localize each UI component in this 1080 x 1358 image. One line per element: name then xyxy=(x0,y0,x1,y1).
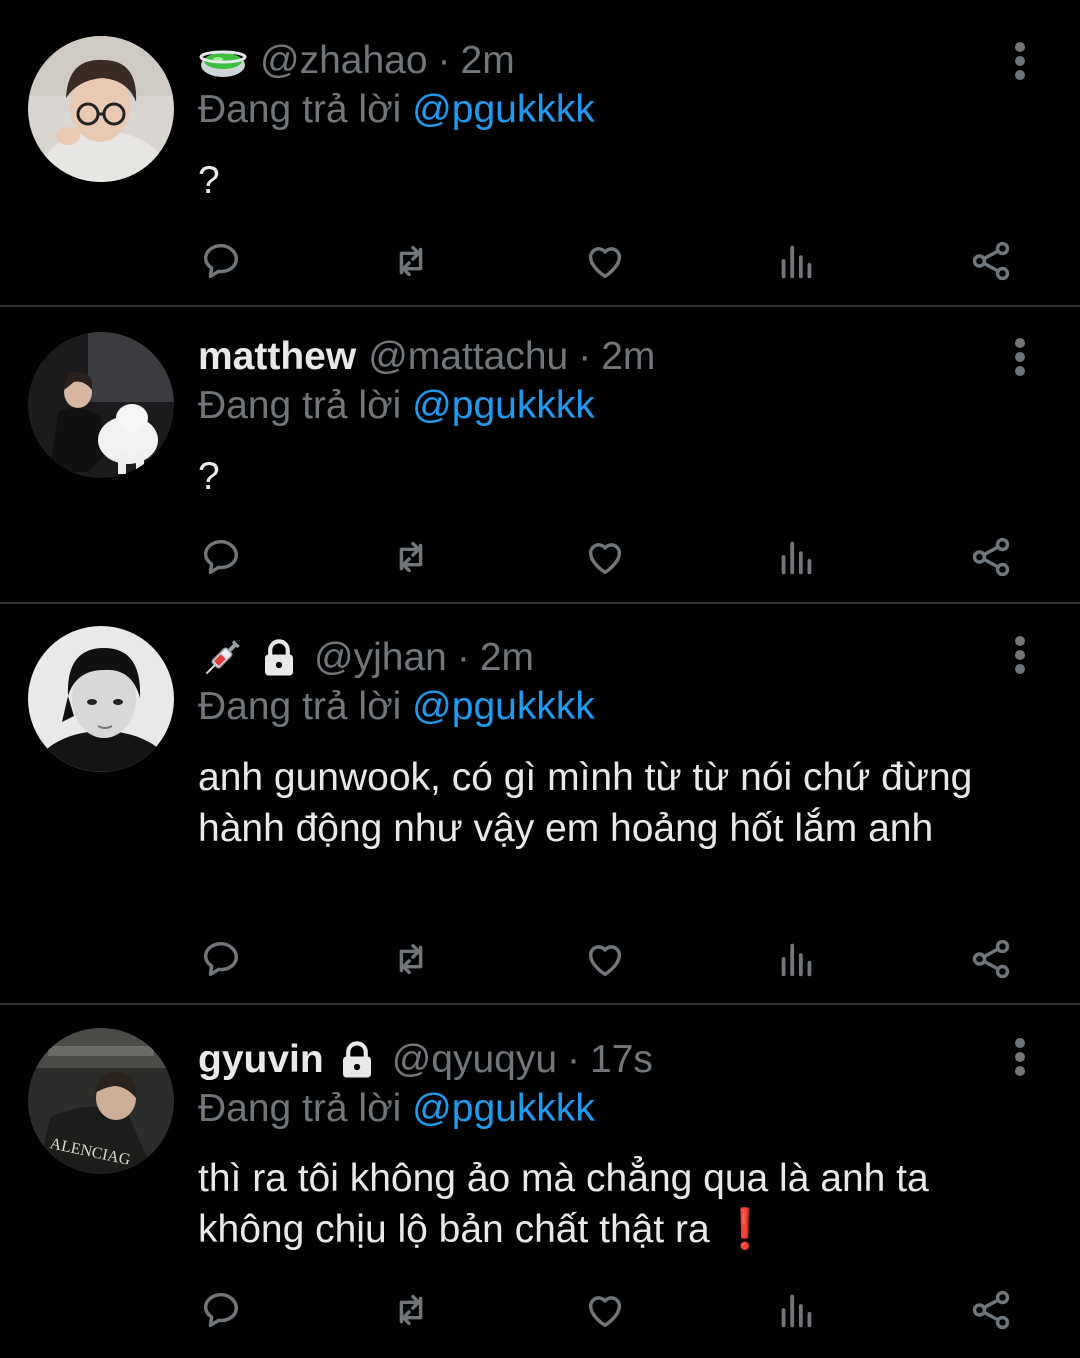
tweet-text: thì ra tôi không ảo mà chẳng qua là anh … xyxy=(198,1153,1018,1255)
analytics-icon xyxy=(781,245,812,279)
reply-icon xyxy=(203,1292,239,1328)
action-bar xyxy=(196,236,1016,286)
user-handle[interactable]: @mattachu xyxy=(368,335,568,379)
reply-feed: @zhahao · 2m Đang trả lời @pgukkkk ? mat… xyxy=(0,0,1080,1358)
more-options-icon[interactable] xyxy=(1000,332,1040,382)
exclamation-emoji: ❗ xyxy=(720,1208,770,1251)
timestamp[interactable]: 17s xyxy=(590,1038,653,1082)
tweet-text-content: thì ra tôi không ảo mà chẳng qua là anh … xyxy=(198,1157,929,1251)
views-button[interactable] xyxy=(772,934,822,984)
tweet-header: matthew @mattachu · 2m xyxy=(198,332,655,382)
green-bowl-emoji-icon xyxy=(198,41,248,81)
action-bar xyxy=(196,1285,1016,1335)
reply-target-link[interactable]: @pgukkkk xyxy=(412,384,595,427)
timestamp[interactable]: 2m xyxy=(601,335,655,379)
views-button[interactable] xyxy=(772,1285,822,1335)
replying-to-label: Đang trả lời xyxy=(198,1087,402,1130)
like-button[interactable] xyxy=(580,532,630,582)
share-icon xyxy=(972,939,1010,979)
share-button[interactable] xyxy=(966,1285,1016,1335)
tweet-header: @yjhan · 2m xyxy=(198,633,534,683)
share-icon xyxy=(972,537,1010,577)
share-button[interactable] xyxy=(966,934,1016,984)
analytics-icon xyxy=(781,1294,812,1328)
user-handle[interactable]: @qyuqyu xyxy=(392,1038,557,1082)
heart-icon xyxy=(588,543,622,575)
replying-to: Đang trả lời @pgukkkk xyxy=(198,1087,595,1131)
reply-icon xyxy=(203,243,239,279)
heart-icon xyxy=(588,945,622,977)
reply-target-link[interactable]: @pgukkkk xyxy=(412,88,595,131)
retweet-icon xyxy=(399,541,423,573)
reply-icon xyxy=(203,941,239,977)
share-icon xyxy=(972,241,1010,281)
avatar[interactable] xyxy=(28,626,174,772)
reply-button[interactable] xyxy=(196,532,246,582)
user-handle[interactable]: @yjhan xyxy=(314,636,447,680)
avatar[interactable] xyxy=(28,36,174,182)
retweet-button[interactable] xyxy=(386,236,436,286)
reply-button[interactable] xyxy=(196,1285,246,1335)
more-options-icon[interactable] xyxy=(1000,630,1040,680)
like-button[interactable] xyxy=(580,1285,630,1335)
timestamp[interactable]: 2m xyxy=(461,39,515,83)
heart-icon xyxy=(588,247,622,279)
replying-to: Đang trả lời @pgukkkk xyxy=(198,384,595,428)
separator-dot: · xyxy=(578,335,592,378)
replying-to-label: Đang trả lời xyxy=(198,88,402,131)
reply-button[interactable] xyxy=(196,236,246,286)
retweet-icon xyxy=(399,245,423,277)
tweet-header: gyuvin @qyuqyu · 17s xyxy=(198,1035,653,1085)
views-button[interactable] xyxy=(772,532,822,582)
share-icon xyxy=(972,1290,1010,1330)
reply-button[interactable] xyxy=(196,934,246,984)
syringe-emoji-icon xyxy=(198,634,246,682)
like-button[interactable] xyxy=(580,934,630,984)
more-options-icon[interactable] xyxy=(1000,1032,1040,1082)
replying-to-label: Đang trả lời xyxy=(198,384,402,427)
avatar[interactable]: ALENCIAG xyxy=(28,1028,174,1174)
tweet-text: ? xyxy=(198,455,220,498)
retweet-button[interactable] xyxy=(386,1285,436,1335)
user-handle[interactable]: @zhahao xyxy=(260,39,428,83)
action-bar xyxy=(196,934,1016,984)
heart-icon xyxy=(588,1296,622,1328)
tweet-text: anh gunwook, có gì mình từ từ nói chứ đừ… xyxy=(198,756,973,850)
retweet-icon xyxy=(399,943,423,975)
replying-to-label: Đang trả lời xyxy=(198,685,402,728)
replying-to: Đang trả lời @pgukkkk xyxy=(198,685,595,729)
retweet-button[interactable] xyxy=(386,934,436,984)
display-name[interactable]: matthew xyxy=(198,335,356,379)
reply-target-link[interactable]: @pgukkkk xyxy=(412,685,595,728)
tweet[interactable]: matthew @mattachu · 2m Đang trả lời @pgu… xyxy=(0,307,1080,604)
tweet[interactable]: @yjhan · 2m Đang trả lời @pgukkkk anh gu… xyxy=(0,604,1080,1005)
reply-icon xyxy=(203,539,239,575)
avatar[interactable] xyxy=(28,332,174,478)
separator-dot: · xyxy=(437,39,451,82)
tweet[interactable]: @zhahao · 2m Đang trả lời @pgukkkk ? xyxy=(0,0,1080,307)
tweet[interactable]: ALENCIAG gyuvin @qyuqyu · 17s Đang trả l… xyxy=(0,1005,1080,1358)
replying-to: Đang trả lời @pgukkkk xyxy=(198,88,595,132)
share-button[interactable] xyxy=(966,236,1016,286)
separator-dot: · xyxy=(567,1038,581,1081)
reply-target-link[interactable]: @pgukkkk xyxy=(412,1087,595,1130)
views-button[interactable] xyxy=(772,236,822,286)
retweet-button[interactable] xyxy=(386,532,436,582)
display-name[interactable]: gyuvin xyxy=(198,1038,324,1082)
lock-icon xyxy=(336,1039,378,1081)
like-button[interactable] xyxy=(580,236,630,286)
share-button[interactable] xyxy=(966,532,1016,582)
tweet-text: ? xyxy=(198,159,220,202)
separator-dot: · xyxy=(456,636,470,679)
lock-icon xyxy=(258,637,300,679)
timestamp[interactable]: 2m xyxy=(480,636,534,680)
analytics-icon xyxy=(781,943,812,977)
more-options-icon[interactable] xyxy=(1000,36,1040,86)
action-bar xyxy=(196,532,1016,582)
tweet-header: @zhahao · 2m xyxy=(198,36,515,86)
analytics-icon xyxy=(781,541,812,575)
retweet-icon xyxy=(399,1294,423,1326)
